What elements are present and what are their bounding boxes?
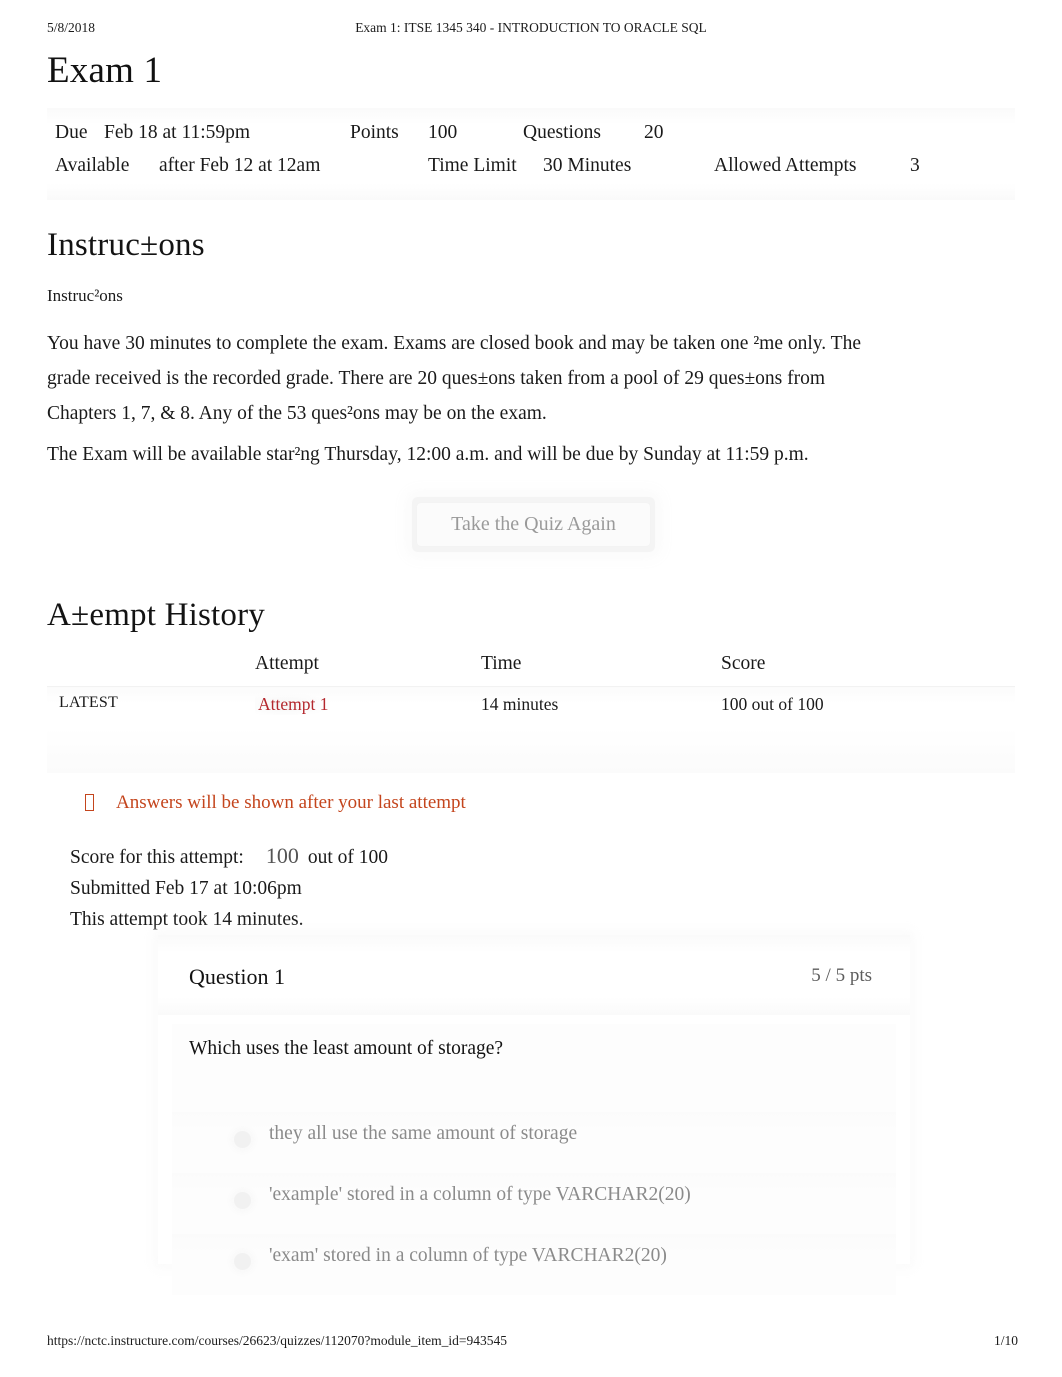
time-limit-value: 30 Minutes [543,155,632,176]
score-line: Score for this attempt: 100 out of 100 [70,840,388,873]
attempt-1-link[interactable]: Attempt 1 [255,693,332,715]
points-label: Points [350,122,399,143]
answer-options-list: they all use the same amount of storage … [172,1112,896,1295]
available-label: Available [55,155,130,176]
radio-button-icon[interactable] [234,1192,251,1209]
questions-value: 20 [644,122,664,143]
answer-option-label: 'exam' stored in a column of type VARCHA… [269,1245,667,1266]
question-prompt: Which uses the least amount of storage? [189,1038,504,1059]
answers-notice: Answers will be shown after your last at… [85,792,466,814]
answers-notice-text: Answers will be shown after your last at… [116,792,466,813]
retake-quiz-container: Take the Quiz Again [412,497,655,552]
table-row: LATEST Attempt 1 14 minutes 100 out of 1… [47,686,1015,727]
column-header-attempt: Attempt [255,653,319,674]
score-label: Score for this attempt: [70,847,244,868]
allowed-attempts-label: Allowed Attempts [714,155,857,176]
column-header-time: Time [481,653,522,674]
table-footer-spacer [47,727,1015,773]
instructions-paragraph-2: The Exam will be available star²ng Thurs… [47,444,809,465]
print-footer-url: https://nctc.instructure.com/courses/266… [47,1333,508,1348]
questions-label: Questions [523,122,601,143]
attempt-kept-badge: LATEST [59,694,118,711]
radio-button-icon[interactable] [234,1131,251,1148]
question-body: Which uses the least amount of storage? … [172,1024,896,1295]
page-title: Exam 1 [47,50,163,91]
answer-option-label: they all use the same amount of storage [269,1123,578,1144]
duration-line: This attempt took 14 minutes. [70,909,304,930]
score-out-of: out of 100 [307,847,389,868]
instructions-paragraph-1: You have 30 minutes to complete the exam… [47,333,861,424]
attempt-score-cell: 100 out of 100 [721,694,824,714]
question-header: Question 1 5 / 5 pts [158,935,910,1015]
print-footer-page: 1/10 [993,1333,1018,1348]
print-document-title: Exam 1: ITSE 1345 340 - INTRODUCTION TO … [355,20,707,35]
score-value: 100 [265,843,299,868]
allowed-attempts-value: 3 [910,155,920,176]
answer-option[interactable]: they all use the same amount of storage [172,1112,896,1173]
attempt-summary: Score for this attempt: 100 out of 100 Sub… [70,840,388,935]
quiz-meta-row-2: Available after Feb 12 at 12am Time Limi… [47,155,1015,188]
time-limit-label: Time Limit [428,155,517,176]
quiz-meta-panel: Due Feb 18 at 11:59pm Points 100 Questio… [47,108,1015,200]
print-header: 5/8/2018 Exam 1: ITSE 1345 340 - INTRODU… [0,20,1062,42]
attempt-history-heading: A±empt History [47,597,265,633]
due-value: Feb 18 at 11:59pm [104,122,251,143]
info-box-icon [85,794,94,811]
attempt-link-cell: Attempt 1 [255,693,332,715]
available-value: after Feb 12 at 12am [159,155,321,176]
table-header-row: Attempt Time Score [47,648,1015,686]
submitted-line: Submitted Feb 17 at 10:06pm [70,878,302,899]
instructions-heading: Instruc±ons [47,227,205,263]
instructions-subheading: Instruc²ons [47,286,123,305]
question-points: 5 / 5 pts [811,965,872,986]
points-value: 100 [428,122,458,143]
attempt-time-cell: 14 minutes [481,694,559,714]
due-label: Due [55,122,88,143]
answer-option[interactable]: 'exam' stored in a column of type VARCHA… [172,1234,896,1295]
quiz-meta-row-1: Due Feb 18 at 11:59pm Points 100 Questio… [47,122,1015,155]
take-quiz-again-button[interactable]: Take the Quiz Again [416,502,651,547]
column-header-score: Score [721,653,766,674]
answer-option-label: 'example' stored in a column of type VAR… [269,1184,691,1205]
print-footer: https://nctc.instructure.com/courses/266… [0,1333,1062,1353]
question-title: Question 1 [189,964,285,989]
attempt-history-table: Attempt Time Score LATEST Attempt 1 14 m… [47,648,1015,773]
answer-option[interactable]: 'example' stored in a column of type VAR… [172,1173,896,1234]
question-card: Question 1 5 / 5 pts Which uses the leas… [158,935,910,1295]
radio-button-icon[interactable] [234,1253,251,1270]
